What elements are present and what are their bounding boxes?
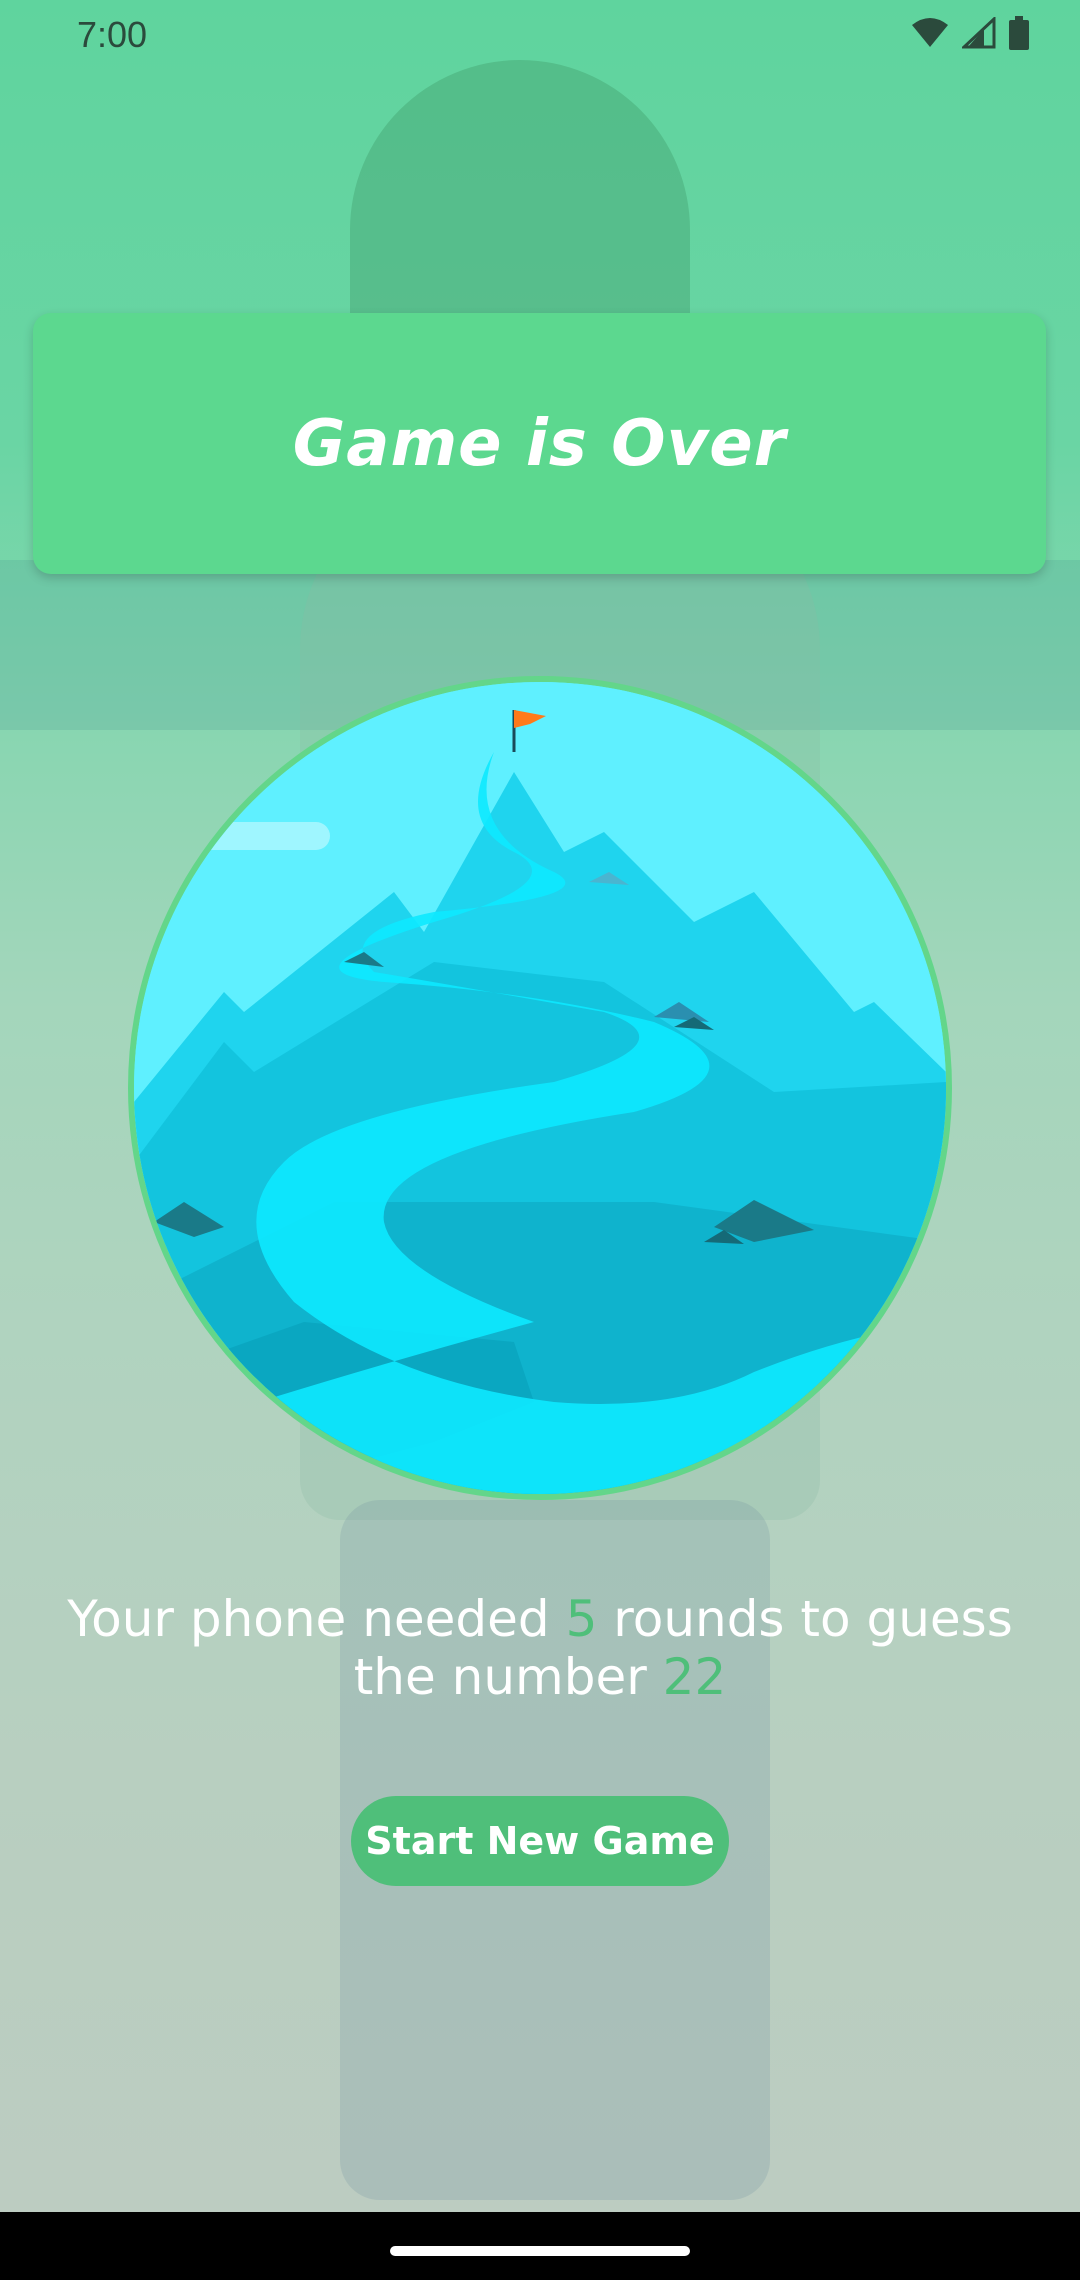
status-bar: 7:00 [0,0,1080,72]
status-icons [910,16,1030,50]
signal-icon [962,17,996,49]
result-prefix: Your phone needed [67,1590,566,1648]
start-new-game-button[interactable]: Start New Game [351,1796,729,1886]
home-gesture-handle[interactable] [390,2246,690,2256]
rounds-count: 5 [565,1590,598,1648]
wifi-icon [912,18,948,47]
battery-icon [1009,16,1029,50]
status-time: 7:00 [77,14,148,55]
result-summary: Your phone needed 5 rounds to guess the … [40,1590,1040,1706]
mountain-illustration-icon [134,682,946,1494]
target-number: 22 [662,1648,727,1706]
success-image [128,676,952,1500]
title-card: Game is Over [33,313,1046,574]
page-title: Game is Over [292,406,787,481]
